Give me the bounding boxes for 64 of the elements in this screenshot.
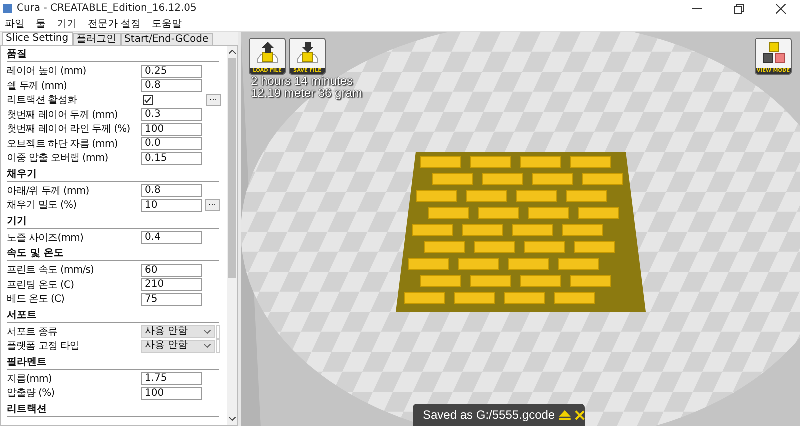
dropdown[interactable]: 사용 안함 [141, 325, 215, 338]
setting-label: 쉘 두께 (mm) [7, 80, 68, 93]
setting-label: 프린트 속도 (mm/s) [7, 264, 96, 278]
input-field[interactable]: 10 [141, 198, 202, 212]
restore-icon[interactable] [734, 4, 744, 14]
input-field[interactable]: 0.3 [141, 108, 202, 122]
setting-label: 지름(mm) [7, 372, 53, 386]
setting-label: 첫번째 레이어 두께 (mm) [7, 108, 119, 122]
input-field[interactable]: 0.8 [141, 79, 202, 92]
eject-icon[interactable] [559, 410, 571, 420]
chevron-down-icon [204, 330, 211, 334]
notification-text: Saved as G:/5555.gcode [423, 408, 556, 422]
menu-item[interactable]: 도움말 [152, 18, 182, 30]
input-field[interactable]: 0.4 [141, 231, 202, 244]
print-time: 2 hours 14 minutes [251, 75, 355, 87]
scroll-up-icon[interactable] [228, 50, 236, 54]
menu-item[interactable]: 파일 [5, 18, 25, 30]
window-title: Cura - CREATABLE_Edition_16.12.05 [17, 3, 197, 14]
print-amount: 12.19 meter 36 gram [251, 87, 362, 99]
section-heading: 채우기 [7, 166, 219, 182]
scroll-down-icon[interactable] [228, 417, 236, 421]
checkbox[interactable] [143, 95, 153, 106]
more-button[interactable]: ... [206, 94, 221, 106]
close-icon[interactable] [776, 4, 786, 14]
dropdown[interactable]: 사용 안함 [141, 340, 215, 353]
menu-item[interactable]: 기기 [57, 18, 77, 30]
section-heading: 속도 및 온도 [7, 245, 219, 261]
input-field[interactable]: 0.25 [141, 64, 202, 78]
section-heading: 필라멘트 [7, 354, 219, 370]
scrollbar[interactable] [227, 46, 237, 425]
section-heading: 리트랙션 [7, 400, 219, 416]
setting-label: 플랫폼 고정 타입 [7, 340, 81, 354]
input-field[interactable]: 1.75 [141, 372, 202, 386]
section-heading: 품질 [7, 46, 219, 62]
setting-label: 이중 압출 오버랩 (mm) [7, 152, 110, 166]
input-field[interactable]: 0.15 [141, 152, 202, 165]
setting-label: 오브젝트 하단 자름 (mm) [7, 138, 119, 151]
setting-label: 프린팅 온도 (C) [7, 278, 76, 292]
menu-item[interactable]: 툴 [36, 18, 46, 30]
section-heading: 기기 [7, 212, 219, 228]
more-button[interactable]: ... [205, 199, 220, 212]
setting-label: 리트랙션 활성화 [7, 94, 78, 108]
input-field[interactable]: 100 [141, 386, 202, 400]
input-field[interactable]: 60 [141, 264, 202, 277]
tab[interactable]: 플러그인 [72, 33, 121, 45]
chevron-down-icon [204, 344, 211, 348]
setting-label: 베드 온도 (C) [7, 293, 66, 306]
setting-label: 압출량 (%) [7, 387, 56, 400]
setting-label: 레이어 높이 (mm) [7, 65, 88, 78]
tab[interactable]: Slice Setting [2, 32, 73, 45]
setting-label: 서포트 종류 [7, 326, 59, 339]
setting-label: 첫번째 레이어 라인 두께 (%) [7, 123, 132, 136]
input-field[interactable]: 75 [141, 292, 202, 306]
setting-label: 아래/위 두께 (mm) [7, 184, 90, 198]
input-field[interactable]: 0.8 [141, 184, 202, 198]
setting-label: 채우기 밀도 (%) [7, 199, 78, 212]
setting-label: 노즐 사이즈(mm) [7, 232, 84, 245]
app-icon [3, 4, 13, 14]
input-field[interactable]: 100 [141, 122, 202, 136]
tab[interactable]: Start/End-GCode [120, 33, 213, 45]
section-heading: 서포트 [7, 306, 219, 322]
menu-item[interactable]: 전문가 설정 [88, 18, 142, 30]
input-field[interactable]: 0.0 [141, 137, 202, 150]
input-field[interactable]: 210 [141, 278, 202, 292]
